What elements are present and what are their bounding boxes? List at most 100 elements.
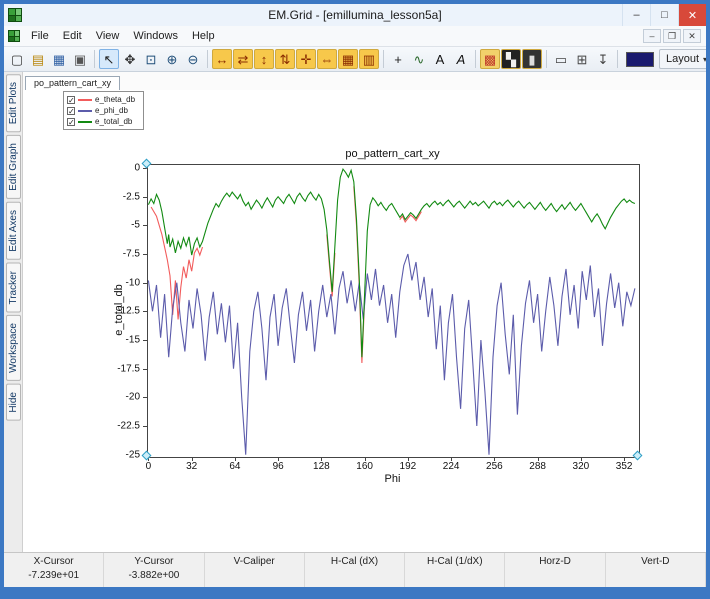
side-tab-edit-axes[interactable]: Edit Axes xyxy=(6,202,21,260)
minimize-button[interactable]: – xyxy=(622,4,650,26)
text-button[interactable]: A xyxy=(430,49,450,69)
menu-view[interactable]: View xyxy=(89,28,127,44)
curve-icon: ∿ xyxy=(414,53,425,66)
legend-item-e-total-db: ✓e_total_db xyxy=(67,116,135,127)
maximize-button[interactable]: □ xyxy=(650,4,678,26)
x-tick-label: 192 xyxy=(400,461,417,472)
mask-button[interactable]: ▮ xyxy=(522,49,542,69)
extents-button[interactable]: ↧ xyxy=(593,49,613,69)
crosshair-button[interactable]: + xyxy=(388,49,408,69)
mdi-controls: – ❐ ✕ xyxy=(643,29,704,43)
legend-checkbox-e-total-db[interactable]: ✓ xyxy=(67,118,75,126)
fit-all-button[interactable]: ✛ xyxy=(296,49,316,69)
y-tick-mark xyxy=(143,225,147,226)
new-file-button[interactable]: ▢ xyxy=(7,49,27,69)
titlebar: EM.Grid - [emillumina_lesson5a] – □ ✕ xyxy=(4,4,706,26)
layout-dropdown[interactable]: Layout ▾ xyxy=(659,49,710,69)
status-col-h-cal-dx: H-Cal (dX) xyxy=(305,553,405,587)
curve-button[interactable]: ∿ xyxy=(409,49,429,69)
mdi-close-button[interactable]: ✕ xyxy=(683,29,701,43)
plot-tab[interactable]: po_pattern_cart_xy xyxy=(25,76,120,91)
legend-checkbox-e-theta-db[interactable]: ✓ xyxy=(67,96,75,104)
pattern-icon: ▚ xyxy=(506,53,516,66)
y-tick-label: -7.5 xyxy=(23,248,140,259)
italic-text-button[interactable]: A xyxy=(451,49,471,69)
y-pan-button[interactable]: ↕ xyxy=(254,49,274,69)
x-tick-label: 96 xyxy=(273,461,284,472)
side-tabstrip: Edit Plots Edit Graph Edit Axes Tracker Work… xyxy=(4,72,23,552)
x-tick-mark xyxy=(581,457,582,461)
menu-file[interactable]: File xyxy=(24,28,56,44)
y-tick-label: -17.5 xyxy=(23,363,140,374)
pattern-button[interactable]: ▚ xyxy=(501,49,521,69)
status-col-label: V-Caliper xyxy=(205,556,304,567)
y-tick-label: 0 xyxy=(23,162,140,173)
menu-windows[interactable]: Windows xyxy=(126,28,185,44)
close-button[interactable]: ✕ xyxy=(678,4,706,26)
side-tab-workspace[interactable]: Workspace xyxy=(6,315,21,381)
y-tick-label: -15 xyxy=(23,335,140,346)
status-col-value: -3.882e+00 xyxy=(104,570,203,581)
toolbar-separator xyxy=(383,50,384,68)
y-fit-button[interactable]: ⇅ xyxy=(275,49,295,69)
grid-y-button[interactable]: ▥ xyxy=(359,49,379,69)
y-tick-mark xyxy=(143,426,147,427)
pan-hand-button[interactable]: ✥ xyxy=(120,49,140,69)
menu-edit[interactable]: Edit xyxy=(56,28,89,44)
plot-box[interactable] xyxy=(147,164,640,458)
window-title: EM.Grid - [emillumina_lesson5a] xyxy=(4,8,706,22)
x-tick-mark xyxy=(538,457,539,461)
series-e_phi_db xyxy=(148,254,635,455)
mdi-minimize-button[interactable]: – xyxy=(643,29,661,43)
side-tab-tracker[interactable]: Tracker xyxy=(6,263,21,313)
status-col-label: H-Cal (dX) xyxy=(305,556,404,567)
image-button[interactable]: ▩ xyxy=(480,49,500,69)
mdi-child-icon[interactable] xyxy=(8,30,20,42)
side-tab-hide[interactable]: Hide xyxy=(6,384,21,421)
grid-x-button[interactable]: ▦ xyxy=(338,49,358,69)
menubar: FileEditViewWindowsHelp – ❐ ✕ xyxy=(4,26,706,47)
status-col-v-caliper: V-Caliper xyxy=(205,553,305,587)
zoom-window-button[interactable]: ⊡ xyxy=(141,49,161,69)
x-fit-button[interactable]: ⇄ xyxy=(233,49,253,69)
dropdown-caret-icon: ▾ xyxy=(703,55,707,64)
side-tab-edit-plots[interactable]: Edit Plots xyxy=(6,74,21,132)
x-pan-button[interactable]: ↔ xyxy=(212,49,232,69)
zoom-out-button[interactable]: ⊖ xyxy=(183,49,203,69)
legend-checkbox-e-phi-db[interactable]: ✓ xyxy=(67,107,75,115)
chart-title: po_pattern_cart_xy xyxy=(147,148,638,160)
plot-handle-bottom-right[interactable] xyxy=(633,451,643,461)
save-icon: ▦ xyxy=(53,53,65,66)
select-cursor-button[interactable]: ↖ xyxy=(99,49,119,69)
new-file-icon: ▢ xyxy=(11,53,23,66)
line-color-swatch[interactable] xyxy=(626,52,654,67)
save-button[interactable]: ▦ xyxy=(49,49,69,69)
print-button[interactable]: ▣ xyxy=(70,49,90,69)
menu-help[interactable]: Help xyxy=(185,28,222,44)
y-tick-mark xyxy=(143,340,147,341)
plot-canvas[interactable] xyxy=(148,165,639,457)
x-tick-mark xyxy=(278,457,279,461)
italic-text-icon: A xyxy=(457,53,466,66)
autoscale-button[interactable]: ⇔ xyxy=(317,49,337,69)
series-e_theta_db xyxy=(151,186,421,363)
mdi-restore-button[interactable]: ❐ xyxy=(663,29,681,43)
x-tick-label: 320 xyxy=(573,461,590,472)
side-tab-edit-graph[interactable]: Edit Graph xyxy=(6,135,21,199)
zoom-box-button[interactable]: ⊞ xyxy=(572,49,592,69)
legend: ✓e_theta_db✓e_phi_db✓e_total_db xyxy=(63,91,144,130)
legend-line-sample xyxy=(78,121,92,123)
print-icon: ▣ xyxy=(74,53,86,66)
x-tick-label: 160 xyxy=(356,461,373,472)
toolbar-separator xyxy=(207,50,208,68)
open-folder-button[interactable]: ▤ xyxy=(28,49,48,69)
mask-icon: ▮ xyxy=(528,53,535,66)
caliper-box-button[interactable]: ▭ xyxy=(551,49,571,69)
toolbar: ▢▤▦▣↖✥⊡⊕⊖↔⇄↕⇅✛⇔▦▥+∿AA▩▚▮▭⊞↧Layout▾ xyxy=(4,47,706,72)
grid-y-icon: ▥ xyxy=(363,53,375,66)
zoom-out-icon: ⊖ xyxy=(188,53,199,66)
zoom-in-button[interactable]: ⊕ xyxy=(162,49,182,69)
layout-label: Layout xyxy=(666,53,699,65)
zoom-window-icon: ⊡ xyxy=(146,53,157,66)
open-folder-icon: ▤ xyxy=(32,53,44,66)
